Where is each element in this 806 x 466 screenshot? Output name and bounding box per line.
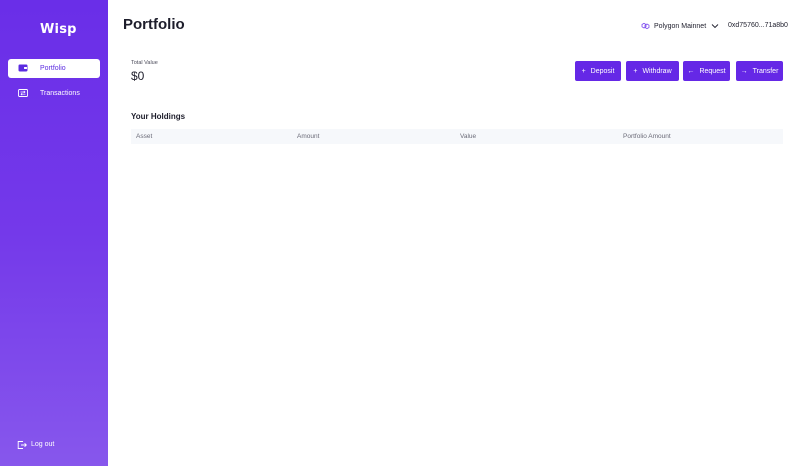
sidebar-item-transactions[interactable]: Transactions [8, 84, 100, 103]
column-header-portfolio-amount[interactable]: Portfolio Amount [623, 133, 671, 140]
column-header-amount[interactable]: Amount [297, 133, 319, 140]
transactions-icon [18, 89, 28, 97]
app-logo[interactable]: Wisp [40, 22, 77, 37]
withdraw-label: Withdraw [642, 67, 672, 75]
total-value-label: Total Value [131, 60, 158, 66]
network-selector[interactable]: Polygon Mainnet [641, 20, 719, 32]
wallet-icon [18, 64, 28, 72]
request-label: Request [699, 67, 726, 75]
column-header-value[interactable]: Value [460, 133, 476, 140]
transfer-button[interactable]: → Transfer [736, 61, 783, 81]
chevron-down-icon [711, 24, 719, 29]
arrow-left-icon: ← [687, 67, 695, 75]
sidebar-item-label: Portfolio [40, 65, 66, 72]
network-label: Polygon Mainnet [654, 22, 707, 30]
holdings-table-header: Asset Amount Value Portfolio Amount [131, 129, 783, 144]
logout-icon [17, 441, 27, 449]
withdraw-button[interactable]: + Withdraw [626, 61, 679, 81]
deposit-label: Deposit [590, 67, 615, 75]
arrow-right-icon: → [740, 67, 748, 75]
holdings-title: Your Holdings [131, 112, 186, 121]
page-title: Portfolio [123, 16, 185, 33]
logout-label: Log out [31, 441, 55, 448]
plus-icon: + [633, 67, 638, 75]
polygon-icon [641, 22, 650, 30]
plus-icon: + [581, 67, 586, 75]
sidebar: Wisp Portfolio Transactions Log out [0, 0, 108, 466]
wallet-address[interactable]: 0xd75760...71a8b0 [728, 22, 788, 29]
deposit-button[interactable]: + Deposit [575, 61, 621, 81]
sidebar-item-label: Transactions [40, 90, 80, 97]
transfer-label: Transfer [752, 67, 779, 75]
request-button[interactable]: ← Request [683, 61, 730, 81]
column-header-asset[interactable]: Asset [136, 133, 152, 140]
logout-button[interactable]: Log out [8, 436, 100, 454]
sidebar-item-portfolio[interactable]: Portfolio [8, 59, 100, 78]
total-value: $0 [131, 69, 145, 83]
